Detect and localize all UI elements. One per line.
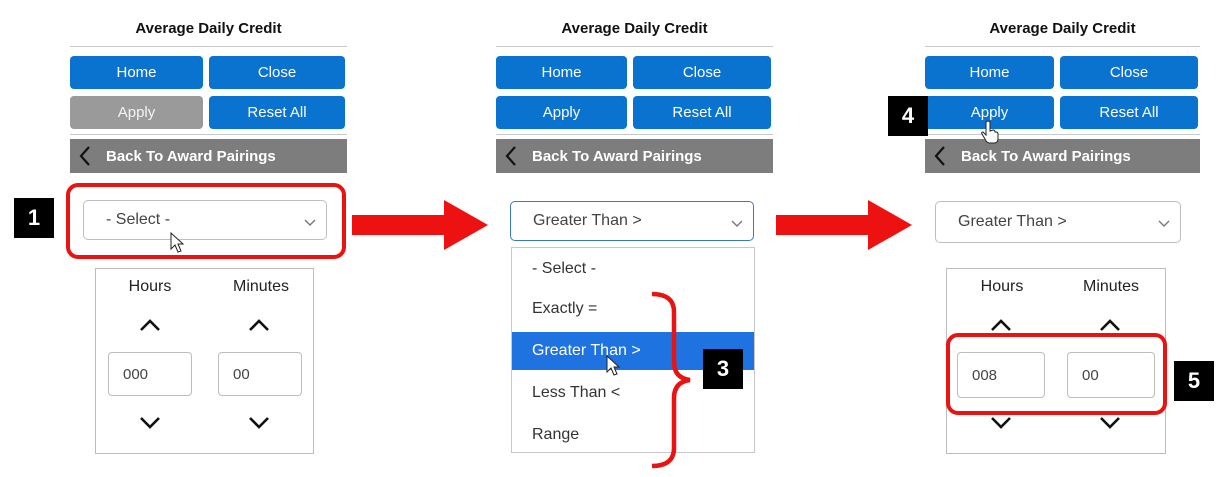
close-button[interactable]: Close (1060, 56, 1198, 89)
divider (70, 46, 347, 47)
hand-pointer-icon (980, 120, 1000, 149)
hours-label: Hours (980, 278, 1024, 295)
minutes-increment-icon[interactable] (248, 318, 270, 337)
reset-all-button[interactable]: Reset All (633, 96, 771, 129)
close-button[interactable]: Close (633, 56, 771, 89)
divider (496, 134, 773, 135)
page-title: Average Daily Credit (135, 20, 282, 37)
minutes-label: Minutes (232, 278, 290, 295)
back-to-award-pairings-button[interactable]: Back To Award Pairings (70, 139, 347, 173)
minutes-decrement-icon[interactable] (1099, 416, 1121, 435)
arrow-right-icon (776, 200, 914, 255)
select-value: Greater Than > (533, 212, 642, 229)
hours-decrement-icon[interactable] (139, 416, 161, 435)
option-exactly[interactable]: Exactly = (512, 292, 754, 326)
bracket-highlight-icon (650, 290, 694, 477)
divider (70, 134, 347, 135)
minutes-label: Minutes (1082, 278, 1140, 295)
close-button[interactable]: Close (209, 56, 345, 89)
divider (925, 134, 1200, 135)
cursor-arrow-icon (606, 354, 622, 382)
step-number-badge: 1 (14, 198, 54, 238)
home-button[interactable]: Home (70, 56, 203, 89)
hours-increment-icon[interactable] (139, 318, 161, 337)
arrow-right-icon (352, 200, 490, 255)
chevron-left-icon (925, 145, 955, 167)
select-value: Greater Than > (958, 213, 1067, 230)
hours-label: Hours (128, 278, 172, 295)
step-number-badge: 3 (703, 349, 743, 389)
apply-button[interactable]: Apply (70, 96, 203, 129)
option-range[interactable]: Range (512, 418, 754, 452)
chevron-left-icon (496, 145, 526, 167)
comparison-select[interactable]: Greater Than > (510, 201, 754, 241)
back-to-award-pairings-button[interactable]: Back To Award Pairings (496, 139, 773, 173)
divider (925, 46, 1200, 47)
chevron-down-icon (1158, 215, 1170, 233)
page-title: Average Daily Credit (989, 20, 1136, 37)
back-to-award-pairings-button[interactable]: Back To Award Pairings (925, 139, 1200, 173)
apply-button[interactable]: Apply (496, 96, 627, 129)
step-number-badge: 5 (1174, 361, 1214, 401)
chevron-down-icon (731, 215, 743, 233)
highlight-box (946, 333, 1167, 415)
back-label: Back To Award Pairings (532, 147, 702, 165)
minutes-decrement-icon[interactable] (248, 416, 270, 435)
reset-all-button[interactable]: Reset All (209, 96, 345, 129)
back-label: Back To Award Pairings (961, 147, 1131, 165)
reset-all-button[interactable]: Reset All (1060, 96, 1198, 129)
chevron-left-icon (70, 145, 100, 167)
hours-decrement-icon[interactable] (990, 416, 1012, 435)
step-number-badge: 4 (888, 96, 928, 136)
comparison-select[interactable]: Greater Than > (935, 201, 1181, 243)
back-label: Back To Award Pairings (106, 147, 276, 165)
hours-input[interactable]: 000 (108, 352, 192, 396)
option-select[interactable]: - Select - (512, 252, 754, 286)
minutes-input[interactable]: 00 (218, 352, 302, 396)
highlight-box (66, 183, 346, 259)
home-button[interactable]: Home (496, 56, 627, 89)
page-title: Average Daily Credit (561, 20, 708, 37)
divider (496, 46, 773, 47)
home-button[interactable]: Home (925, 56, 1054, 89)
